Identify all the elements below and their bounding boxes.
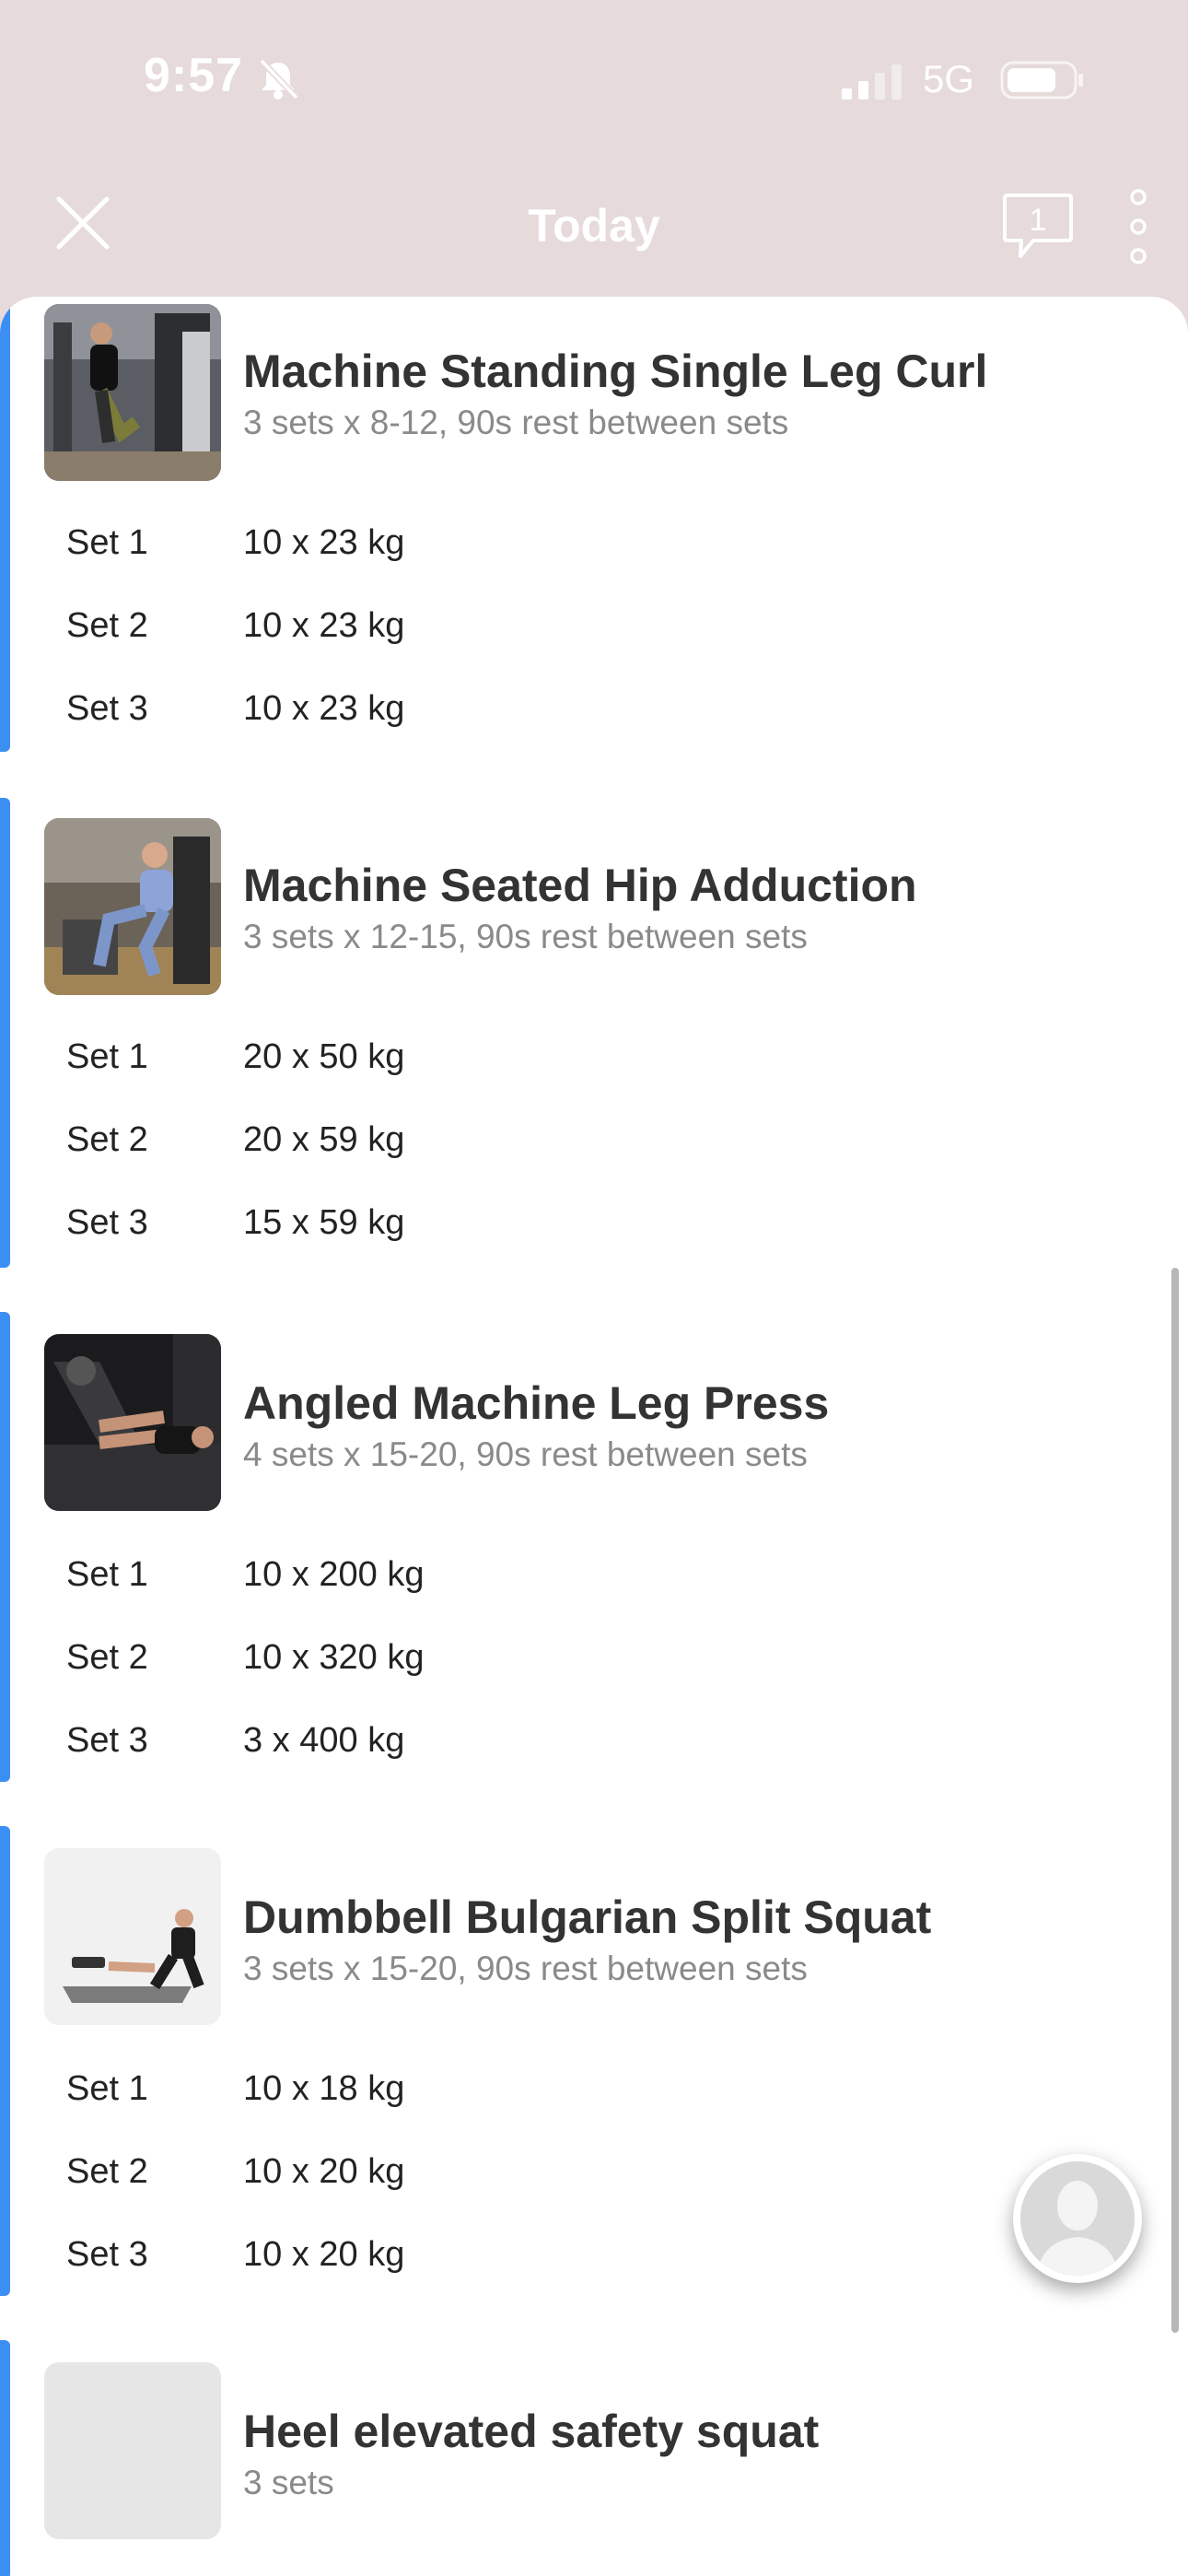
set-row[interactable]: Set 3 3 x 400 kg bbox=[0, 1721, 1188, 1804]
status-bar: 9:57 5G bbox=[0, 0, 1188, 166]
set-value: 10 x 320 kg bbox=[243, 1638, 425, 1677]
exercise-name[interactable]: Machine Standing Single Leg Curl bbox=[243, 345, 987, 398]
exercise-name[interactable]: Machine Seated Hip Adduction bbox=[243, 859, 917, 912]
network-label: 5G bbox=[923, 57, 975, 100]
set-label: Set 1 bbox=[66, 2069, 148, 2108]
set-label: Set 3 bbox=[66, 2235, 148, 2274]
chat-icon[interactable]: 1 bbox=[1002, 192, 1074, 262]
exercise-card[interactable]: Dumbbell Bulgarian Split Squat 3 sets x … bbox=[0, 1826, 1188, 2296]
set-value: 10 x 23 kg bbox=[243, 523, 405, 562]
exercise-card[interactable]: Angled Machine Leg Press 4 sets x 15-20,… bbox=[0, 1312, 1188, 1782]
coach-avatar-button[interactable] bbox=[1013, 2154, 1142, 2283]
exercise-card[interactable]: Heel elevated safety squat 3 sets bbox=[0, 2340, 1188, 2576]
set-row[interactable]: Set 2 10 x 23 kg bbox=[0, 606, 1188, 689]
set-value: 10 x 23 kg bbox=[243, 689, 405, 728]
exercise-thumbnail-placeholder[interactable] bbox=[44, 2362, 221, 2539]
set-value: 10 x 20 kg bbox=[243, 2152, 405, 2191]
set-value: 10 x 200 kg bbox=[243, 1555, 425, 1594]
exercise-name[interactable]: Heel elevated safety squat bbox=[243, 2405, 819, 2458]
exercise-detail: 4 sets x 15-20, 90s rest between sets bbox=[243, 1435, 808, 1473]
set-row[interactable]: Set 2 10 x 320 kg bbox=[0, 1638, 1188, 1721]
set-row[interactable]: Set 1 10 x 18 kg bbox=[0, 2069, 1188, 2152]
set-row[interactable]: Set 2 10 x 20 kg bbox=[0, 2152, 1188, 2235]
set-row[interactable]: Set 1 10 x 23 kg bbox=[0, 523, 1188, 606]
exercise-detail: 3 sets x 15-20, 90s rest between sets bbox=[243, 1950, 808, 1987]
set-label: Set 2 bbox=[66, 2152, 148, 2191]
set-value: 20 x 59 kg bbox=[243, 1120, 405, 1159]
set-label: Set 1 bbox=[66, 1555, 148, 1594]
set-row[interactable]: Set 3 15 x 59 kg bbox=[0, 1203, 1188, 1286]
set-label: Set 1 bbox=[66, 523, 148, 562]
set-row[interactable]: Set 2 20 x 59 kg bbox=[0, 1120, 1188, 1203]
exercise-detail: 3 sets bbox=[243, 2464, 334, 2501]
set-row[interactable]: Set 3 10 x 23 kg bbox=[0, 689, 1188, 772]
exercise-thumbnail[interactable] bbox=[44, 818, 221, 995]
set-label: Set 2 bbox=[66, 1120, 148, 1159]
set-row[interactable]: Set 3 10 x 20 kg bbox=[0, 2235, 1188, 2318]
exercise-thumbnail[interactable] bbox=[44, 1848, 221, 2025]
set-value: 10 x 20 kg bbox=[243, 2235, 405, 2274]
exercise-accent-bar bbox=[0, 2340, 10, 2576]
set-value: 20 x 50 kg bbox=[243, 1037, 405, 1076]
signal-icon bbox=[842, 64, 902, 100]
set-value: 15 x 59 kg bbox=[243, 1203, 405, 1242]
exercise-name[interactable]: Angled Machine Leg Press bbox=[243, 1376, 829, 1430]
person-silhouette-icon bbox=[1020, 2161, 1135, 2276]
set-value: 10 x 23 kg bbox=[243, 606, 405, 645]
more-vertical-icon[interactable] bbox=[1124, 188, 1153, 265]
chat-count: 1 bbox=[1030, 203, 1047, 238]
set-label: Set 3 bbox=[66, 1721, 148, 1760]
set-value: 10 x 18 kg bbox=[243, 2069, 405, 2108]
exercise-card[interactable]: Machine Standing Single Leg Curl 3 sets … bbox=[0, 297, 1188, 752]
battery-icon bbox=[1000, 61, 1083, 100]
scrollbar[interactable] bbox=[1171, 1268, 1179, 2333]
set-row[interactable]: Set 1 20 x 50 kg bbox=[0, 1037, 1188, 1120]
set-label: Set 3 bbox=[66, 1203, 148, 1242]
exercise-name[interactable]: Dumbbell Bulgarian Split Squat bbox=[243, 1891, 931, 1944]
exercise-card[interactable]: Machine Seated Hip Adduction 3 sets x 12… bbox=[0, 798, 1188, 1268]
avatar bbox=[1020, 2161, 1135, 2276]
exercise-detail: 3 sets x 12-15, 90s rest between sets bbox=[243, 918, 808, 955]
status-time: 9:57 bbox=[144, 49, 244, 102]
exercise-detail: 3 sets x 8-12, 90s rest between sets bbox=[243, 404, 789, 441]
exercise-thumbnail[interactable] bbox=[44, 1334, 221, 1511]
workout-list[interactable]: Machine Standing Single Leg Curl 3 sets … bbox=[0, 297, 1188, 2576]
bell-slash-icon bbox=[259, 58, 299, 100]
set-label: Set 1 bbox=[66, 1037, 148, 1076]
set-value: 3 x 400 kg bbox=[243, 1721, 405, 1760]
exercise-thumbnail[interactable] bbox=[44, 304, 221, 481]
set-label: Set 2 bbox=[66, 1638, 148, 1677]
set-label: Set 3 bbox=[66, 689, 148, 728]
set-label: Set 2 bbox=[66, 606, 148, 645]
set-row[interactable]: Set 1 10 x 200 kg bbox=[0, 1555, 1188, 1638]
